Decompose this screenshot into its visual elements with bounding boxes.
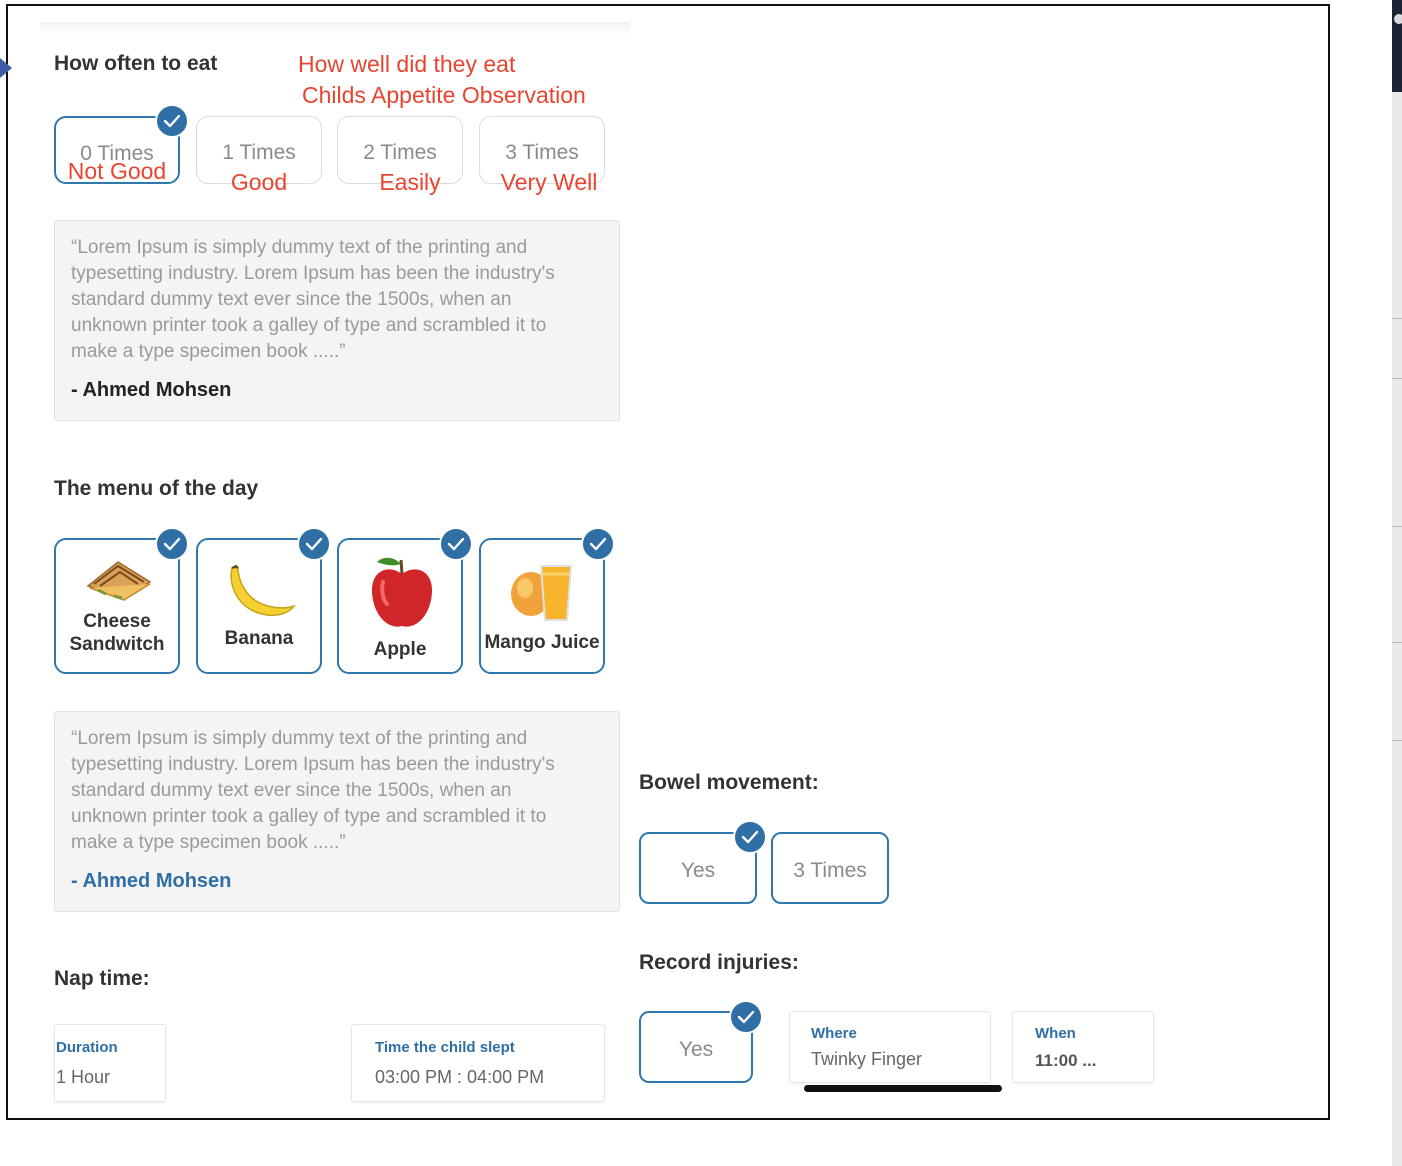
menu-item-cheese-sandwitch[interactable]: Cheese Sandwitch: [54, 538, 180, 674]
checkmark-icon: [297, 527, 331, 561]
field-value: 1 Hour: [56, 1067, 111, 1087]
menu-item-label: Mango Juice: [484, 632, 600, 653]
top-shade: [40, 22, 630, 36]
checkmark-icon: [155, 104, 189, 138]
menu-item-apple[interactable]: Apple: [337, 538, 463, 674]
nap-duration-field[interactable]: Duration 1 Hour: [54, 1024, 166, 1102]
eat-option-times: 1 Times: [222, 141, 296, 164]
menu-item-label: Banana: [224, 628, 294, 649]
field-value: 11:00 ...: [1035, 1051, 1097, 1070]
injury-when-field[interactable]: When 11:00 ...: [1012, 1011, 1154, 1083]
menu-section-title: The menu of the day: [54, 477, 259, 500]
note-author: - Ahmed Mohsen: [71, 870, 232, 892]
eat-option-times: 2 Times: [363, 141, 437, 164]
note-author: - Ahmed Mohsen: [71, 379, 232, 401]
field-label: When: [1035, 1025, 1076, 1042]
eat-option-2[interactable]: 2 Times Easily: [337, 116, 463, 195]
nap-slept-field[interactable]: Time the child slept 03:00 PM : 04:00 PM: [351, 1024, 605, 1102]
eat-section-title: How often to eat: [54, 52, 218, 75]
eat-option-rating: Easily: [379, 169, 441, 195]
menu-item-label: Cheese: [83, 611, 151, 632]
nap-section-title: Nap time:: [54, 967, 150, 990]
bowel-times-option[interactable]: 3 Times: [771, 832, 889, 904]
checkmark-icon: [729, 1000, 763, 1034]
eat-option-rating: Not Good: [67, 158, 167, 184]
sandwich-icon: [86, 561, 152, 601]
option-label: Yes: [678, 1038, 714, 1061]
bowel-section-title: Bowel movement:: [639, 771, 819, 794]
adjacent-window-strip: [1392, 0, 1402, 1166]
field-value: 03:00 PM : 04:00 PM: [375, 1067, 545, 1087]
home-indicator: [804, 1085, 1002, 1092]
note-text: “Lorem Ipsum is simply dummy text of the…: [71, 237, 555, 362]
menu-item-label: Sandwitch: [69, 634, 165, 655]
strip-divider: [1392, 740, 1402, 741]
field-value: Twinky Finger: [811, 1049, 923, 1069]
strip-divider: [1392, 642, 1402, 643]
field-label: Where: [811, 1025, 857, 1042]
menu-item-label: Apple: [373, 639, 427, 660]
observation-note: “Lorem Ipsum is simply dummy text of the…: [54, 220, 620, 421]
strip-divider: [1392, 526, 1402, 527]
left-arrow-marker: [0, 58, 12, 78]
eat-option-rating: Very Well: [500, 169, 598, 195]
banana-icon: [230, 564, 296, 617]
injury-where-field[interactable]: Where Twinky Finger: [789, 1011, 991, 1083]
strip-divider: [1392, 378, 1402, 379]
eat-option-1[interactable]: 1 Times Good: [196, 116, 322, 195]
eat-annotation-line2: Childs Appetite Observation: [302, 82, 586, 108]
menu-item-banana[interactable]: Banana: [196, 538, 322, 674]
eat-option-3[interactable]: 3 Times Very Well: [479, 116, 605, 195]
eat-option-times: 3 Times: [505, 141, 579, 164]
option-label: 3 Times: [793, 859, 867, 882]
injuries-section-title: Record injuries:: [639, 951, 799, 974]
eat-annotation-line1: How well did they eat: [298, 51, 516, 77]
option-label: Yes: [680, 859, 716, 882]
checkmark-icon: [155, 527, 189, 561]
menu-item-mango-juice[interactable]: Mango Juice: [479, 538, 605, 674]
checkmark-icon: [581, 527, 615, 561]
strip-divider: [1392, 318, 1402, 319]
mango-juice-icon: [511, 565, 573, 621]
apple-icon: [371, 557, 433, 627]
field-label: Duration: [56, 1039, 118, 1056]
note-text: “Lorem Ipsum is simply dummy text of the…: [71, 728, 555, 853]
checkmark-icon: [439, 527, 473, 561]
eat-option-rating: Good: [230, 169, 288, 195]
checkmark-icon: [733, 820, 767, 854]
strip-dot: [1394, 14, 1402, 24]
menu-note: “Lorem Ipsum is simply dummy text of the…: [54, 711, 620, 912]
field-label: Time the child slept: [375, 1039, 515, 1056]
